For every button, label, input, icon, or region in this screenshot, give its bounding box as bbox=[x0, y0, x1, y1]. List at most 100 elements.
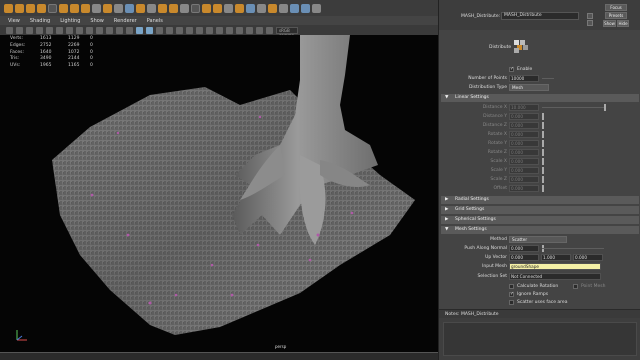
blend-node-icon[interactable] bbox=[224, 3, 233, 13]
spherical-settings-header[interactable]: ▶ Spherical Settings bbox=[441, 216, 639, 224]
placer-node-icon[interactable] bbox=[202, 3, 211, 13]
symmetry-node-icon[interactable] bbox=[158, 3, 167, 13]
scale-x-knob[interactable] bbox=[542, 158, 544, 165]
presets-button[interactable]: Presets bbox=[605, 12, 627, 19]
select-camera-icon[interactable] bbox=[6, 26, 13, 34]
outliner-icon[interactable] bbox=[290, 3, 299, 13]
distribute-node-icon[interactable] bbox=[15, 3, 24, 13]
2d-pan-zoom-icon[interactable] bbox=[46, 26, 53, 34]
isolate-select-icon[interactable] bbox=[256, 26, 263, 34]
offset-field[interactable]: 0.000 bbox=[509, 185, 539, 192]
hide-button[interactable]: Hide bbox=[617, 20, 629, 27]
rotate-y-knob[interactable] bbox=[542, 140, 544, 147]
gate-mask-icon[interactable] bbox=[96, 26, 103, 34]
scale-z-field[interactable]: 0.000 bbox=[509, 176, 539, 183]
show-button[interactable]: Show bbox=[603, 20, 616, 27]
smooth-shade-icon[interactable] bbox=[146, 26, 153, 34]
offset-knob[interactable] bbox=[542, 185, 544, 192]
film-gate-icon[interactable] bbox=[76, 26, 83, 34]
xray-icon[interactable] bbox=[176, 26, 183, 34]
bookmark-icon[interactable] bbox=[26, 26, 33, 34]
flight-node-icon[interactable] bbox=[257, 3, 266, 13]
notes-textarea[interactable] bbox=[443, 322, 637, 356]
rotate-z-field[interactable]: 0.000 bbox=[509, 149, 539, 156]
dynamics-node-icon[interactable] bbox=[147, 3, 156, 13]
signal-node-icon[interactable] bbox=[81, 3, 90, 13]
mesh-settings-header[interactable]: ▼ Mesh Settings bbox=[441, 226, 639, 234]
cube-icon[interactable] bbox=[246, 3, 255, 13]
distance-x-slider[interactable] bbox=[542, 107, 604, 108]
go-to-input-icon[interactable] bbox=[587, 13, 593, 19]
scatter-face-area-checkbox[interactable] bbox=[509, 300, 514, 305]
node-name-field[interactable]: MASH_Distribute bbox=[501, 12, 579, 20]
breakout-icon[interactable] bbox=[279, 3, 288, 13]
push-normal-slider[interactable] bbox=[542, 248, 604, 249]
python-node-icon[interactable] bbox=[235, 3, 244, 13]
distance-x-knob[interactable] bbox=[604, 104, 606, 111]
menu-view[interactable]: View bbox=[8, 18, 20, 24]
ae-scroll-area[interactable]: Distribute Enable Number of Points 10000… bbox=[439, 30, 640, 316]
replicator-node-icon[interactable] bbox=[169, 3, 178, 13]
grid-settings-header[interactable]: ▶ Grid Settings bbox=[441, 206, 639, 214]
time-node-icon[interactable] bbox=[103, 3, 112, 13]
linear-settings-header[interactable]: ▼ Linear Settings bbox=[441, 94, 639, 102]
default-material-icon[interactable] bbox=[156, 26, 163, 34]
up-vector-x[interactable]: 0.000 bbox=[509, 254, 539, 261]
menu-lighting[interactable]: Lighting bbox=[60, 18, 80, 24]
resolution-gate-icon[interactable] bbox=[86, 26, 93, 34]
menu-panels[interactable]: Panels bbox=[147, 18, 163, 24]
scale-y-knob[interactable] bbox=[542, 167, 544, 174]
xray-joints-icon[interactable] bbox=[186, 26, 193, 34]
mesh-node-icon[interactable] bbox=[92, 3, 101, 13]
3d-viewport[interactable]: Verts: 1613 1129 0 Edges: 2752 2269 0 Faces: 16… bbox=[0, 35, 438, 352]
rotate-z-knob[interactable] bbox=[542, 149, 544, 156]
color-space-dropdown[interactable]: sRGB gamma bbox=[276, 26, 298, 38]
wireframe-on-shaded-icon[interactable] bbox=[166, 26, 173, 34]
color-management-icon[interactable] bbox=[266, 26, 273, 34]
image-plane-icon[interactable] bbox=[36, 26, 43, 34]
method-dropdown[interactable]: Scatter bbox=[509, 236, 567, 243]
dist-type-dropdown[interactable]: Mesh bbox=[509, 84, 549, 91]
up-vector-y[interactable]: 1.000 bbox=[541, 254, 571, 261]
camera-attributes-icon[interactable] bbox=[16, 26, 23, 34]
distance-z-field[interactable]: 0.000 bbox=[509, 122, 539, 129]
rotate-x-knob[interactable] bbox=[542, 131, 544, 138]
enable-checkbox[interactable] bbox=[509, 66, 514, 72]
random-node-icon[interactable] bbox=[37, 3, 46, 13]
time-slider[interactable] bbox=[0, 352, 438, 360]
distance-y-knob[interactable] bbox=[542, 113, 544, 120]
trails-node-icon[interactable] bbox=[114, 3, 123, 13]
calculate-rotation-checkbox[interactable] bbox=[509, 284, 514, 289]
mash-network-icon[interactable] bbox=[4, 3, 13, 13]
input-mesh-field[interactable]: groundShape bbox=[509, 263, 601, 270]
menu-renderer[interactable]: Renderer bbox=[114, 18, 137, 24]
transform-node-icon[interactable] bbox=[125, 3, 134, 13]
distance-z-knob[interactable] bbox=[542, 122, 544, 129]
radial-settings-header[interactable]: ▶ Radial Settings bbox=[441, 196, 639, 204]
num-points-slider[interactable] bbox=[542, 78, 554, 79]
settings-icon[interactable] bbox=[312, 3, 321, 13]
num-points-field[interactable]: 10000 bbox=[509, 75, 539, 82]
anti-aliasing-icon[interactable] bbox=[236, 26, 243, 34]
ignore-ramps-checkbox[interactable] bbox=[509, 291, 514, 297]
shadows-icon[interactable] bbox=[206, 26, 213, 34]
rotate-x-field[interactable]: 0.000 bbox=[509, 131, 539, 138]
grease-pencil-icon[interactable] bbox=[56, 26, 63, 34]
scale-y-field[interactable]: 0.000 bbox=[509, 167, 539, 174]
selection-set-field[interactable]: Not Connected bbox=[509, 273, 601, 280]
rotate-y-field[interactable]: 0.000 bbox=[509, 140, 539, 147]
menu-show[interactable]: Show bbox=[90, 18, 104, 24]
wireframe-icon[interactable] bbox=[136, 26, 143, 34]
color-node-icon[interactable] bbox=[26, 3, 35, 13]
go-to-output-icon[interactable] bbox=[587, 20, 593, 26]
field-chart-icon[interactable] bbox=[106, 26, 113, 34]
menu-shading[interactable]: Shading bbox=[30, 18, 50, 24]
screen-space-ao-icon[interactable] bbox=[216, 26, 223, 34]
distance-y-field[interactable]: 0.000 bbox=[509, 113, 539, 120]
spring-node-icon[interactable] bbox=[180, 3, 189, 13]
depth-of-field-icon[interactable] bbox=[246, 26, 253, 34]
scale-z-knob[interactable] bbox=[542, 176, 544, 183]
focus-button[interactable]: Focus bbox=[605, 4, 627, 11]
push-normal-field[interactable]: 0.000 bbox=[509, 245, 539, 252]
grid-icon[interactable] bbox=[66, 26, 73, 34]
